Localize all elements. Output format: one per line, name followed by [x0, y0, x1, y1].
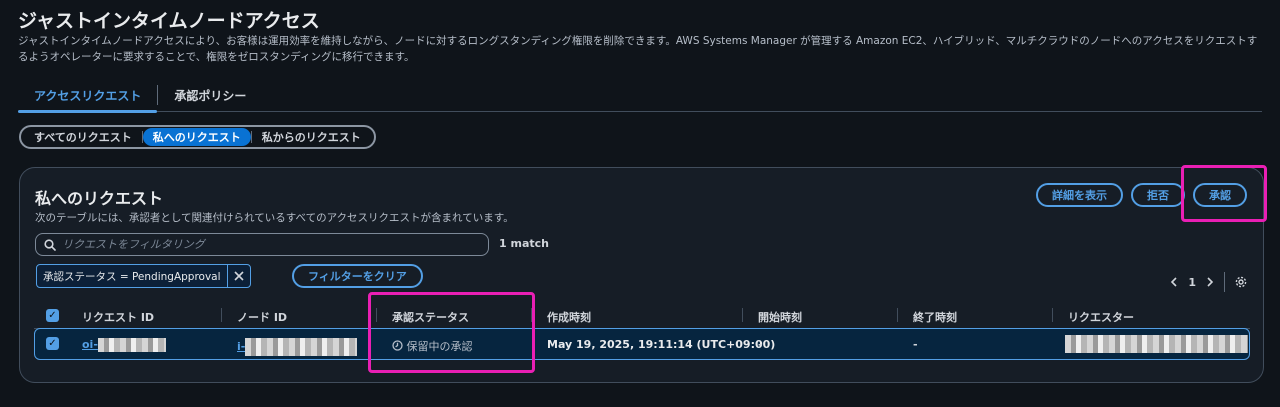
- filter-search-box[interactable]: [35, 233, 489, 256]
- clear-filter-button[interactable]: フィルターをクリア: [292, 264, 423, 288]
- request-id-prefix[interactable]: oi-: [82, 338, 98, 351]
- column-node-id[interactable]: ノード ID: [237, 309, 287, 325]
- close-icon: [233, 271, 244, 281]
- redacted-request-id: [97, 338, 166, 352]
- request-id-link[interactable]: oi-: [82, 338, 166, 352]
- column-divider: [742, 308, 743, 322]
- approve-button[interactable]: 承認: [1193, 183, 1247, 207]
- table-header: ✓ リクエスト ID ノード ID 承認ステータス 作成時刻 開始時刻 終了時刻…: [34, 303, 1250, 329]
- requester-cell: [1065, 335, 1248, 353]
- search-icon: [44, 238, 56, 251]
- panel-actions: 詳細を表示 拒否 承認: [1036, 183, 1247, 207]
- match-count: 1 match: [499, 237, 549, 250]
- tab-bar: アクセスリクエスト 承認ポリシー: [18, 80, 1262, 113]
- panel-description: 次のテーブルには、承認者として関連付けられているすべてのアクセスリクエストが含ま…: [35, 212, 514, 224]
- panel-title: 私へのリクエスト: [35, 189, 164, 208]
- column-divider: [376, 308, 377, 322]
- column-approval-status[interactable]: 承認ステータス: [392, 309, 469, 325]
- filter-search-input[interactable]: [62, 238, 482, 251]
- filter-token-label: 承認ステータス = PendingApproval: [37, 265, 228, 287]
- node-id-link[interactable]: i-: [237, 338, 358, 356]
- clock-icon: [392, 340, 403, 351]
- page-title: ジャストインタイムノードアクセス: [18, 10, 320, 32]
- column-created-time[interactable]: 作成時刻: [547, 309, 591, 325]
- start-time: -: [758, 338, 763, 351]
- status-text: 保留中の承認: [406, 340, 473, 353]
- column-divider: [221, 308, 222, 322]
- tab-access-requests[interactable]: アクセスリクエスト: [18, 80, 158, 113]
- remove-filter-button[interactable]: [228, 265, 250, 287]
- end-time: -: [913, 338, 918, 351]
- view-details-button[interactable]: 詳細を表示: [1036, 183, 1123, 207]
- column-start-time[interactable]: 開始時刻: [758, 309, 802, 325]
- column-requester[interactable]: リクエスター: [1068, 309, 1134, 325]
- pagination: 1: [1170, 272, 1247, 292]
- filter-token: 承認ステータス = PendingApproval: [36, 264, 251, 288]
- segment-requests-to-me[interactable]: 私へのリクエスト: [142, 128, 251, 146]
- redacted-requester: [1065, 335, 1248, 353]
- page-description: ジャストインタイムノードアクセスにより、お客様は運用効率を維持しながら、ノードに…: [18, 35, 1258, 63]
- page-number[interactable]: 1: [1188, 276, 1196, 289]
- pager-divider: [1224, 272, 1225, 292]
- segment-requests-from-me[interactable]: 私からのリクエスト: [252, 128, 371, 146]
- chevron-left-icon[interactable]: [1170, 277, 1178, 287]
- table-row[interactable]: ✓ oi- i- 保留中の承認 May 19, 2025, 19:11:14 (…: [34, 328, 1250, 360]
- chevron-right-icon[interactable]: [1206, 277, 1214, 287]
- status-cell: 保留中の承認: [392, 338, 473, 354]
- column-divider: [897, 308, 898, 322]
- node-id-prefix[interactable]: i-: [237, 340, 245, 353]
- created-time: May 19, 2025, 19:11:14 (UTC+09:00): [547, 338, 776, 351]
- row-checkbox[interactable]: ✓: [46, 337, 59, 350]
- reject-button[interactable]: 拒否: [1131, 183, 1185, 207]
- requests-panel: 私へのリクエスト 次のテーブルには、承認者として関連付けられているすべてのアクセ…: [19, 167, 1264, 383]
- select-all-checkbox[interactable]: ✓: [46, 309, 59, 322]
- column-divider: [531, 308, 532, 322]
- segment-all-requests[interactable]: すべてのリクエスト: [24, 128, 142, 146]
- gear-icon[interactable]: [1235, 276, 1247, 288]
- tab-approval-policies[interactable]: 承認ポリシー: [158, 80, 262, 111]
- column-divider: [1052, 308, 1053, 322]
- column-end-time[interactable]: 終了時刻: [913, 309, 957, 325]
- request-filter-segmented: すべてのリクエスト 私へのリクエスト 私からのリクエスト: [19, 125, 376, 149]
- redacted-node-id: [245, 338, 358, 356]
- column-request-id[interactable]: リクエスト ID: [82, 309, 154, 325]
